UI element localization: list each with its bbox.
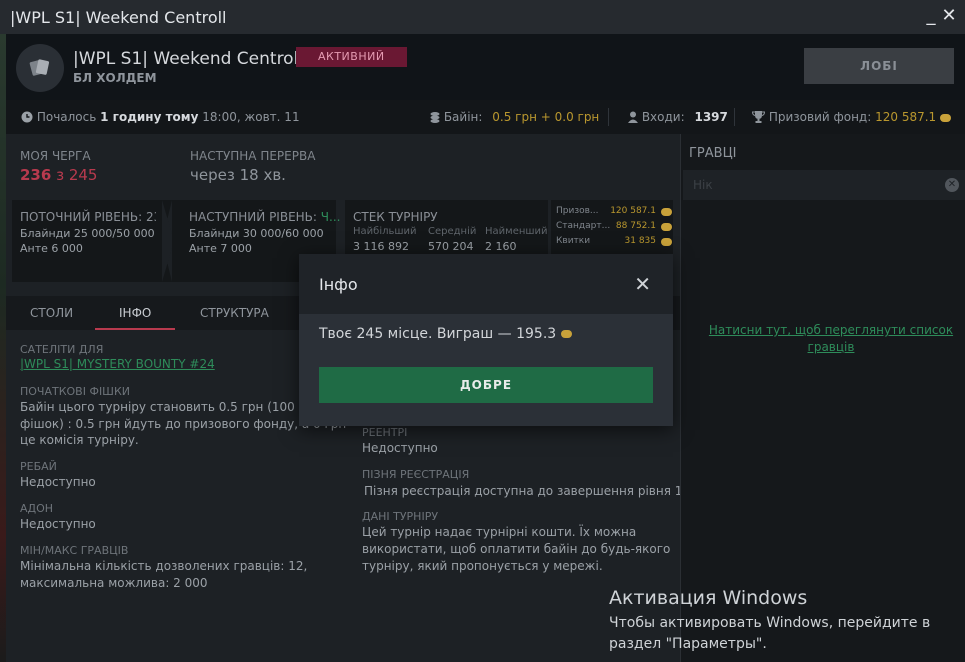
activation-title: Активация Windows — [609, 587, 808, 609]
queue-label: МОЯ ЧЕРГА — [20, 149, 91, 163]
satellites-label: САТЕЛІТИ ДЛЯ — [20, 343, 104, 356]
players-limit-line: Мінімальна кількість дозволених гравців:… — [20, 559, 308, 573]
break-label: НАСТУПНА ПЕРЕРВА — [190, 149, 316, 163]
status-badge: АКТИВНИЙ — [296, 47, 407, 67]
chips-stack-icon — [430, 112, 440, 123]
close-window-button[interactable]: ✕ — [940, 6, 958, 26]
tab-info[interactable]: ІНФО — [119, 306, 151, 320]
satellite-link[interactable]: |WPL S1| MYSTERY BOUNTY #24 — [20, 356, 215, 373]
coin-icon — [661, 223, 672, 231]
prize-row: Стандарт... 88 752.1 — [556, 221, 676, 231]
game-type: БЛ ХОЛДЕМ — [73, 71, 157, 85]
coin-icon — [940, 113, 951, 122]
players-limit-line: максимальна можлива: 2 000 — [20, 576, 208, 590]
tournament-title: |WPL S1| Weekend Centroll — [73, 49, 304, 69]
search-placeholder: Нік — [693, 178, 713, 192]
tournament-header: |WPL S1| Weekend Centroll АКТИВНИЙ БЛ ХО… — [6, 34, 965, 100]
cards-icon — [29, 59, 50, 76]
ok-button[interactable]: ДОБРЕ — [319, 367, 653, 403]
lobby-button[interactable]: ЛОБІ — [804, 48, 954, 84]
info-dialog: Інфо ✕ Твоє 245 місце. Виграш — 195.3 ДО… — [299, 254, 673, 426]
dialog-close-button[interactable]: ✕ — [634, 272, 651, 296]
next-level-label: НАСТУПНИЙ РІВЕНЬ: Ч... — [189, 210, 341, 224]
minimize-button[interactable]: _ — [922, 6, 940, 26]
coin-icon — [661, 238, 672, 246]
stack-average-value: 570 204 — [428, 240, 474, 253]
dialog-message: Твоє 245 місце. Виграш — 195.3 — [319, 326, 572, 342]
show-players-link[interactable]: Натисни тут, щоб переглянути список гравц… — [701, 322, 961, 356]
late-reg-label: ПІЗНЯ РЕЄСТРАЦІЯ — [362, 468, 470, 481]
player-search-input[interactable]: Нік ✕ — [683, 170, 965, 200]
prize-info: Призовий фонд: 120 587.1 — [751, 110, 951, 124]
windows-activation-watermark: Активация Windows Чтобы активировать Win… — [609, 587, 930, 655]
tournament-data-label: ДАНІ ТУРНІРУ — [362, 510, 439, 523]
divider — [734, 108, 735, 126]
tournament-data-line: використати, щоб оплатити байін до будь-… — [362, 542, 671, 556]
reentry-value: Недоступно — [362, 441, 438, 455]
current-level-ante: Анте 6 000 — [20, 242, 83, 255]
rebuy-value: Недоступно — [20, 475, 96, 489]
stack-largest-label: Найбільший — [353, 226, 417, 237]
current-level-label: ПОТОЧНИЙ РІВЕНЬ: 23 — [20, 210, 162, 224]
addon-value: Недоступно — [20, 517, 96, 531]
clock-icon — [21, 111, 33, 123]
break-value: через 18 хв. — [190, 166, 286, 184]
starting-chips-label: ПОЧАТКОВІ ФІШКИ — [20, 385, 130, 398]
stack-smallest-value: 2 160 — [485, 240, 517, 253]
clear-search-icon[interactable]: ✕ — [945, 178, 959, 192]
stack-average-label: Середній — [428, 226, 477, 237]
players-panel: ГРАВЦІ Нік ✕ Натисни тут, щоб переглянут… — [680, 134, 965, 662]
window-titlebar: |WPL S1| Weekend Centroll _ ✕ — [0, 0, 965, 34]
dialog-title: Інфо — [319, 275, 358, 294]
stack-largest-value: 3 116 892 — [353, 240, 409, 253]
activation-text: Чтобы активировать Windows, перейдите вр… — [609, 615, 931, 652]
tab-tables[interactable]: СТОЛИ — [30, 306, 73, 320]
prize-row: Квитки 31 835 — [556, 236, 676, 246]
coin-icon — [661, 208, 672, 216]
tournament-infobar: Почалось 1 годину тому 18:00, жовт. 11 Б… — [6, 100, 965, 134]
rebuy-label: РЕБАЙ — [20, 460, 57, 473]
players-limit-label: МІН/МАКС ГРАВЦІВ — [20, 544, 129, 557]
reentry-label: РЕЕНТРІ — [362, 426, 408, 439]
next-level-blinds: Блайнди 30 000/60 000 — [189, 227, 324, 240]
players-title: ГРАВЦІ — [689, 146, 737, 161]
prize-row: Призов... 120 587.1 — [556, 206, 676, 216]
tournament-logo — [16, 44, 64, 92]
window-title: |WPL S1| Weekend Centroll — [10, 8, 227, 27]
late-reg-value: Пізня реєстрація доступна до завершення … — [364, 484, 691, 498]
queue-value: 236 з 245 — [20, 166, 98, 184]
user-icon — [628, 111, 638, 123]
buyin-info: Байін: 0.5 грн + 0.0 грн — [430, 110, 599, 124]
dialog-header: Інфо ✕ — [299, 254, 673, 314]
tab-structure[interactable]: СТРУКТУРА — [200, 306, 269, 320]
current-level-box: ПОТОЧНИЙ РІВЕНЬ: 23 Блайнди 25 000/50 00… — [12, 200, 162, 282]
starting-chips-line: Байін цього турніру становить 0.5 грн (1… — [20, 400, 322, 414]
started-info: Почалось 1 годину тому 18:00, жовт. 11 — [21, 110, 300, 124]
stack-label: СТЕК ТУРНІРУ — [353, 210, 438, 224]
tournament-data-line: Цей турнір надає турнірні кошти. Їх можн… — [362, 525, 637, 539]
starting-chips-line: це комісія турніру. — [20, 433, 139, 447]
next-level-ante: Анте 7 000 — [189, 242, 252, 255]
stack-smallest-label: Найменший — [485, 226, 548, 237]
active-tab-indicator — [95, 328, 175, 330]
entries-info: Входи: 1397 — [628, 110, 728, 124]
tournament-data-line: турніру, який пропонується у мережі. — [362, 559, 603, 573]
starting-chips-line: фішок) : 0.5 грн йдуть до призового фонд… — [20, 417, 347, 431]
trophy-icon — [751, 111, 766, 123]
addon-label: АДОН — [20, 502, 54, 515]
divider — [608, 108, 609, 126]
current-level-blinds: Блайнди 25 000/50 000 — [20, 227, 155, 240]
coin-icon — [560, 330, 572, 338]
